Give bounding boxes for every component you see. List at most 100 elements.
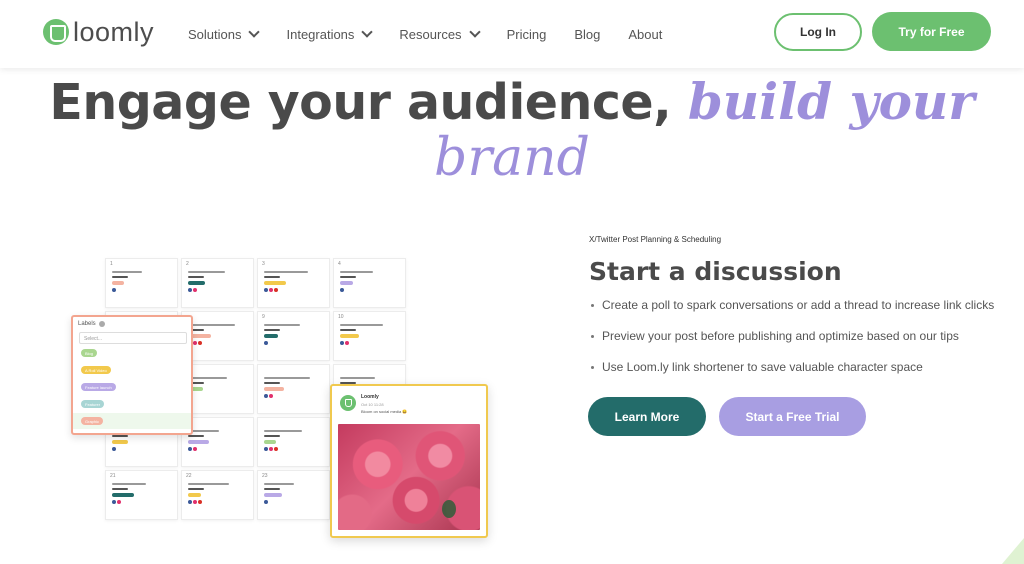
day-number: 22 <box>186 473 192 479</box>
day-number: 10 <box>338 314 344 320</box>
list-item-text: Create a poll to spark conversations or … <box>602 298 995 312</box>
post-placeholder-bar <box>264 483 294 485</box>
nav-item-integrations[interactable]: Integrations <box>286 24 374 44</box>
channel-icon <box>264 500 268 504</box>
avatar <box>340 395 356 411</box>
label-option[interactable]: Graphic <box>73 413 191 429</box>
chevron-down-icon <box>468 25 481 38</box>
post-placeholder-bar <box>188 435 204 437</box>
logo-text: loomly <box>73 17 155 47</box>
calendar-day-cell[interactable]: 21 <box>105 470 178 520</box>
nav-item-resources[interactable]: Resources <box>399 24 481 44</box>
post-placeholder-bar <box>264 324 300 326</box>
channel-icons <box>264 447 278 451</box>
post-placeholder-bar <box>264 329 280 331</box>
calendar-day-cell[interactable] <box>257 417 330 467</box>
hero-headline: Engage your audience, build your <box>0 72 1024 131</box>
day-number: 21 <box>110 473 116 479</box>
channel-icons <box>264 394 273 398</box>
label-option[interactable]: A Roll Video <box>73 362 191 378</box>
channel-icon <box>274 288 278 292</box>
nav-item-label: Solutions <box>188 26 242 42</box>
channel-icon <box>193 447 197 451</box>
chevron-down-icon <box>361 25 374 38</box>
calendar-day-cell[interactable]: 4 <box>333 258 406 308</box>
section-eyebrow: X/Twitter Post Planning & Scheduling <box>589 235 722 244</box>
channel-icon <box>269 288 273 292</box>
post-placeholder-bar <box>112 276 128 278</box>
post-placeholder-bar <box>264 488 280 490</box>
label-chip <box>340 281 353 285</box>
channel-icon <box>193 288 197 292</box>
loomly-logo[interactable]: loomly <box>43 17 154 47</box>
post-preview-card: Loomly Oct 10 11:28 Bloom on social medi… <box>330 384 488 538</box>
channel-icon <box>264 447 268 451</box>
channel-icons <box>264 500 268 504</box>
day-number: 2 <box>186 261 189 267</box>
calendar-day-cell[interactable] <box>257 364 330 414</box>
calendar-day-cell[interactable]: 10 <box>333 311 406 361</box>
login-button[interactable]: Log In <box>774 13 862 51</box>
nav-item-pricing[interactable]: Pricing <box>507 24 547 44</box>
channel-icon <box>269 447 273 451</box>
label-chip <box>188 493 201 497</box>
post-placeholder-bar <box>188 271 225 273</box>
bullet-icon <box>591 304 594 307</box>
channel-icons <box>340 341 349 345</box>
learn-more-button[interactable]: Learn More <box>588 397 706 436</box>
day-number: 9 <box>262 314 265 320</box>
post-placeholder-bar <box>264 430 302 432</box>
label-option[interactable]: Featurer <box>73 396 191 412</box>
nav-item-solutions[interactable]: Solutions <box>188 24 261 44</box>
label-chip <box>264 281 286 285</box>
calendar-day-cell[interactable]: 2 <box>181 258 254 308</box>
feature-list: Create a poll to spark conversations or … <box>589 298 994 391</box>
label-chip <box>112 281 124 285</box>
list-item-text: Preview your post before publishing and … <box>602 329 959 343</box>
section-title: Start a discussion <box>589 257 842 286</box>
try-for-free-button[interactable]: Try for Free <box>872 12 991 51</box>
post-placeholder-bar <box>264 271 308 273</box>
hero-headline-strong: Engage your audience, <box>49 74 688 131</box>
label-chip <box>340 334 359 338</box>
post-placeholder-bar <box>264 382 280 384</box>
labels-select[interactable]: Select... <box>79 332 187 344</box>
list-item: Create a poll to spark conversations or … <box>589 298 994 329</box>
hero-headline-em: build your <box>687 72 975 131</box>
day-number: 3 <box>262 261 265 267</box>
label-chip <box>112 493 134 497</box>
channel-icon <box>269 394 273 398</box>
start-free-trial-button[interactable]: Start a Free Trial <box>719 397 866 436</box>
calendar-day-cell[interactable]: 9 <box>257 311 330 361</box>
channel-icon <box>345 341 349 345</box>
bullet-icon <box>591 366 594 369</box>
calendar-day-cell[interactable]: 3 <box>257 258 330 308</box>
channel-icon <box>198 500 202 504</box>
calendar-day-cell[interactable]: 23 <box>257 470 330 520</box>
label-option[interactable]: Blog <box>73 345 191 361</box>
label-option[interactable]: Feature launch <box>73 379 191 395</box>
calendar-day-cell[interactable]: 22 <box>181 470 254 520</box>
post-placeholder-bar <box>264 377 310 379</box>
nav-item-label: Blog <box>574 26 601 42</box>
nav-item-label: Resources <box>399 26 462 42</box>
hero-headline-line2: brand <box>0 128 1024 188</box>
post-placeholder-bar <box>340 377 375 379</box>
post-placeholder-bar <box>188 377 227 379</box>
post-placeholder-bar <box>112 488 128 490</box>
channel-icons <box>112 447 116 451</box>
post-placeholder-bar <box>340 276 356 278</box>
label-chip <box>264 493 282 497</box>
loomly-logo-icon <box>43 19 69 45</box>
channel-icon <box>188 288 192 292</box>
channel-icons <box>264 341 268 345</box>
post-image-dahlias <box>338 424 480 530</box>
channel-icons <box>112 500 121 504</box>
label-tag: Feature launch <box>81 383 116 391</box>
nav-item-about[interactable]: About <box>628 24 662 44</box>
calendar-day-cell[interactable]: 1 <box>105 258 178 308</box>
post-placeholder-bar <box>112 271 142 273</box>
decorative-corner <box>1002 538 1024 564</box>
nav-item-blog[interactable]: Blog <box>574 24 600 44</box>
post-placeholder-bar <box>112 435 128 437</box>
